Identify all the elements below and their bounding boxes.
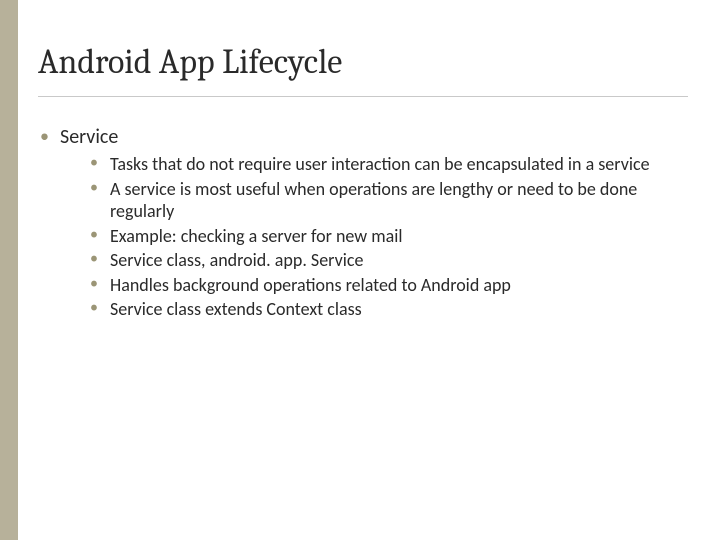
list-item: Handles background operations related to… [90, 274, 670, 297]
list-item-label: Handles background operations related to… [110, 274, 511, 296]
slide-content: Android App Lifecycle Service Tasks that… [18, 0, 720, 540]
list-item-label: Service [60, 125, 118, 149]
sub-list: Tasks that do not require user interacti… [90, 153, 688, 321]
list-item: Service Tasks that do not require user i… [38, 125, 688, 321]
list-item: Tasks that do not require user interacti… [90, 153, 670, 176]
list-item-label: Tasks that do not require user interacti… [110, 153, 650, 175]
page-title: Android App Lifecycle [38, 42, 688, 97]
list-item-label: Service class extends Context class [110, 298, 362, 320]
list-item-label: A service is most useful when operations… [110, 178, 637, 223]
slide: Android App Lifecycle Service Tasks that… [0, 0, 720, 540]
list-item: Service class extends Context class [90, 298, 670, 321]
top-list: Service Tasks that do not require user i… [38, 125, 688, 321]
list-item: A service is most useful when operations… [90, 178, 670, 223]
list-item-label: Example: checking a server for new mail [110, 225, 403, 247]
list-item: Service class, android. app. Service [90, 249, 670, 272]
list-item-label: Service class, android. app. Service [110, 249, 363, 271]
sidebar-accent [0, 0, 18, 540]
list-item: Example: checking a server for new mail [90, 225, 670, 248]
